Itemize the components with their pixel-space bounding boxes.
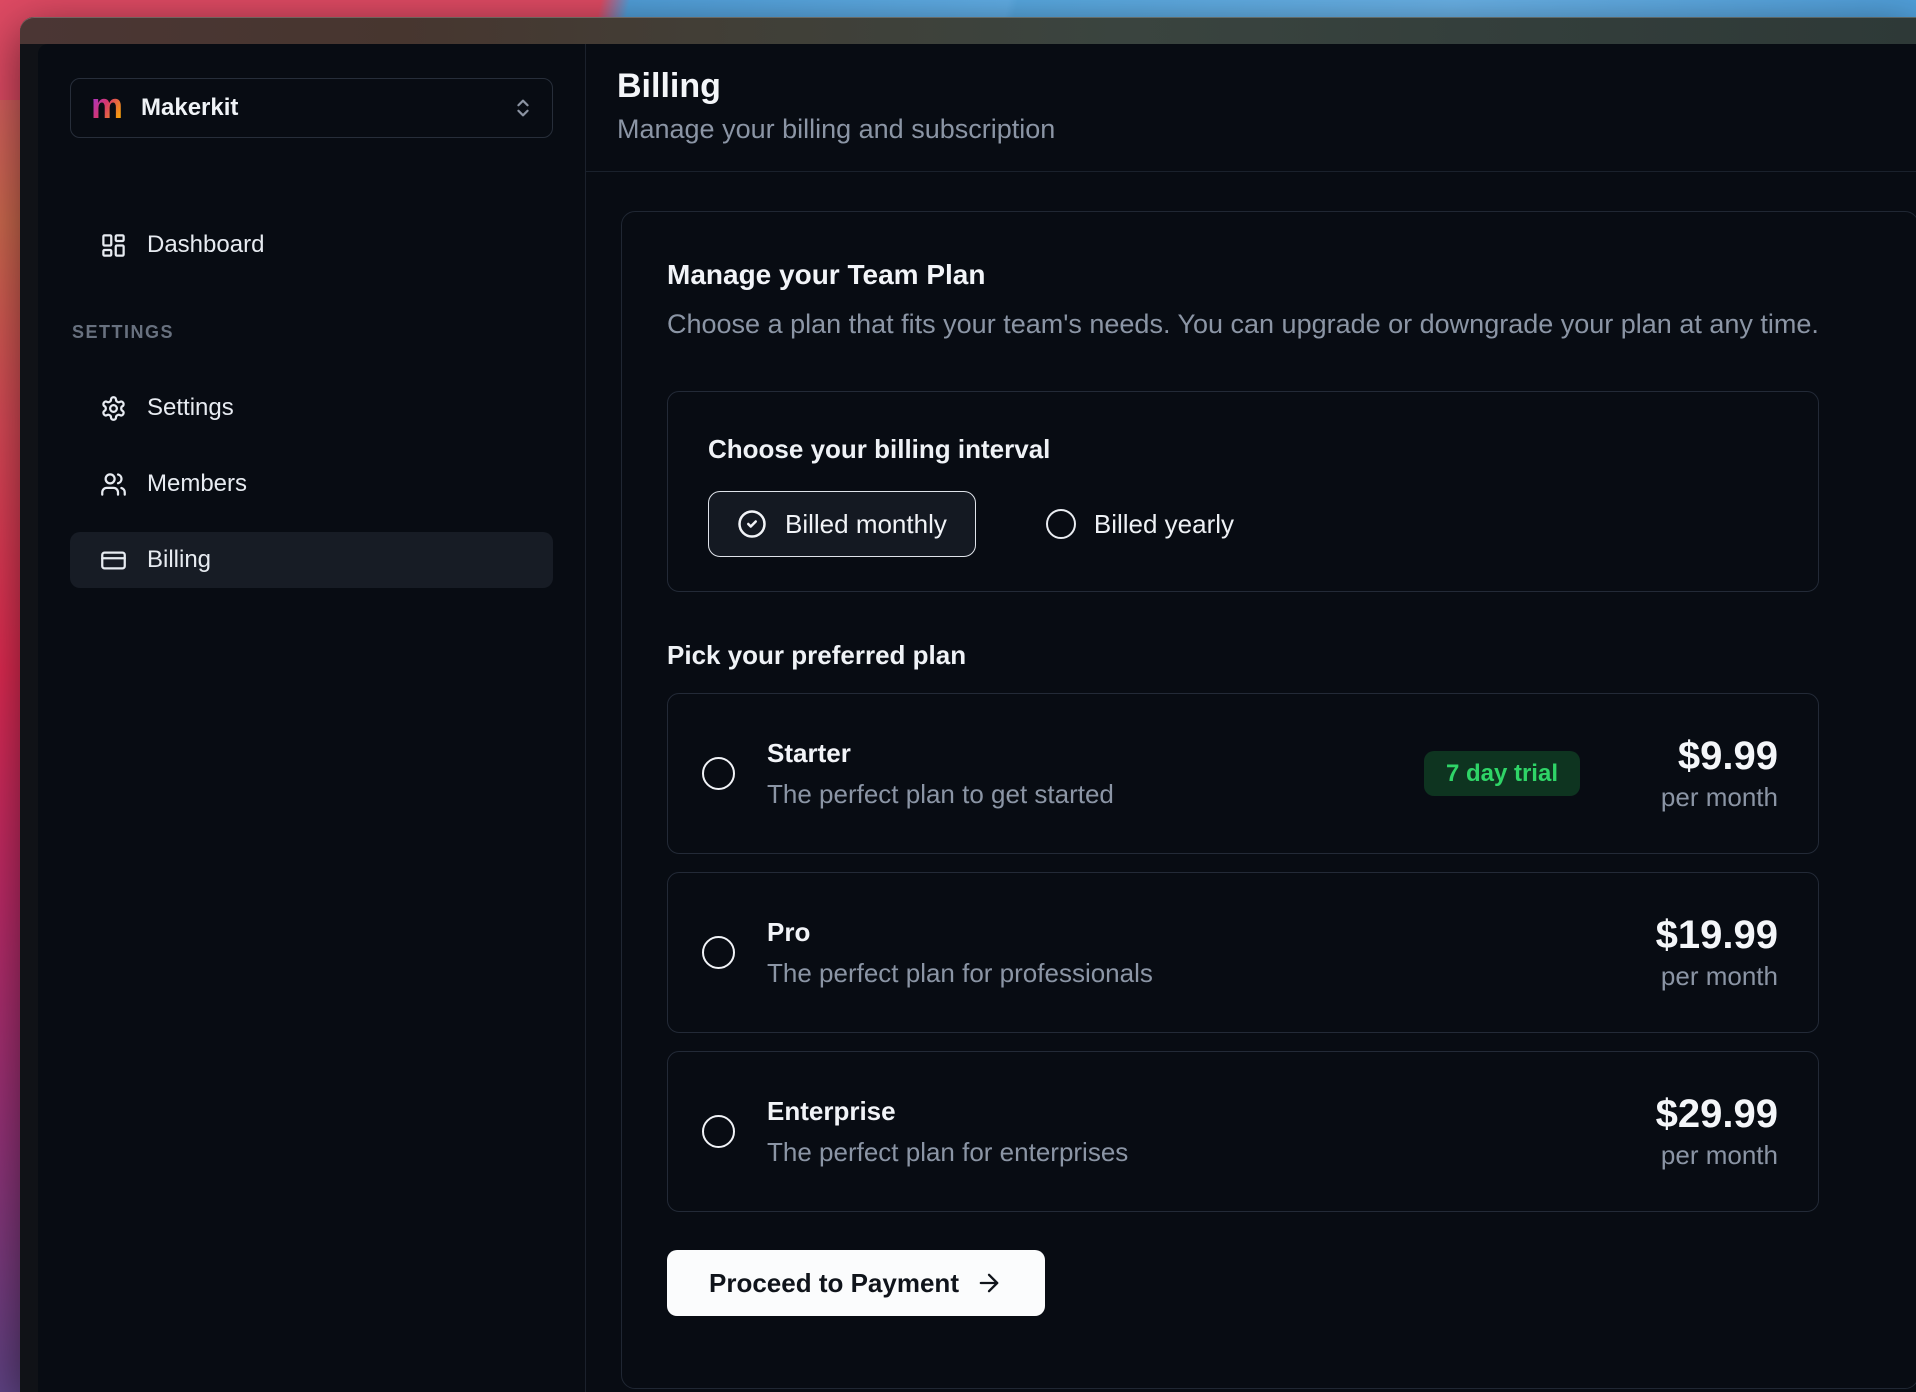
chevrons-up-down-icon	[512, 97, 534, 119]
sidebar-section-label: SETTINGS	[72, 322, 553, 343]
price-block: $19.99 per month	[1638, 912, 1778, 993]
window-titlebar[interactable]	[20, 17, 1916, 44]
billing-interval-group: Choose your billing interval Billed mont…	[667, 391, 1819, 592]
plan-name: Starter	[767, 738, 1114, 769]
team-name: Makerkit	[141, 94, 238, 122]
plan-pricing: $29.99 per month	[1638, 1091, 1778, 1172]
dashboard-icon	[100, 232, 127, 259]
sidebar-item-settings[interactable]: Settings	[70, 380, 553, 436]
arrow-right-icon	[975, 1269, 1003, 1297]
billed-monthly-label: Billed monthly	[785, 509, 947, 540]
plan-pricing: $19.99 per month	[1638, 912, 1778, 993]
billed-monthly-option[interactable]: Billed monthly	[708, 491, 976, 557]
plan-info: Pro The perfect plan for professionals	[767, 917, 1153, 989]
credit-card-icon	[100, 547, 127, 574]
plan-info: Enterprise The perfect plan for enterpri…	[767, 1096, 1128, 1168]
check-circle-icon	[737, 509, 767, 539]
main-content: Billing Manage your billing and subscrip…	[586, 44, 1916, 1392]
makerkit-logo-icon: m	[91, 88, 123, 124]
plan-info: Starter The perfect plan to get started	[767, 738, 1114, 810]
plan-pricing: 7 day trial $9.99 per month	[1424, 733, 1778, 814]
page-subtitle: Manage your billing and subscription	[617, 111, 1916, 147]
users-icon	[100, 471, 127, 498]
sidebar-item-label: Members	[147, 470, 247, 498]
plan-price: $9.99	[1638, 733, 1778, 779]
radio-circle-icon	[1046, 509, 1076, 539]
header-divider	[586, 171, 1916, 172]
plan-name: Pro	[767, 917, 1153, 948]
radio-circle-icon[interactable]	[702, 757, 735, 790]
card-title: Manage your Team Plan	[667, 257, 1858, 293]
page-title: Billing	[617, 65, 1916, 107]
plans-list: Starter The perfect plan to get started …	[667, 693, 1819, 1212]
app-window: m Makerkit Dashboard SETTINGS Settings M…	[20, 17, 1916, 1392]
sidebar-item-billing[interactable]: Billing	[70, 532, 553, 588]
billing-interval-label: Choose your billing interval	[708, 434, 1778, 465]
sidebar-nav: Dashboard SETTINGS Settings Members Bill…	[70, 217, 553, 588]
plan-description: The perfect plan for enterprises	[767, 1137, 1128, 1168]
sidebar: m Makerkit Dashboard SETTINGS Settings M…	[38, 44, 586, 1392]
sidebar-item-members[interactable]: Members	[70, 456, 553, 512]
sidebar-item-dashboard[interactable]: Dashboard	[70, 217, 553, 273]
app-content: m Makerkit Dashboard SETTINGS Settings M…	[38, 44, 1916, 1392]
plan-period: per month	[1638, 781, 1778, 814]
plan-name: Enterprise	[767, 1096, 1128, 1127]
proceed-button-label: Proceed to Payment	[709, 1268, 959, 1299]
plan-period: per month	[1638, 1139, 1778, 1172]
price-block: $9.99 per month	[1638, 733, 1778, 814]
gear-icon	[100, 395, 127, 422]
plans-label: Pick your preferred plan	[667, 640, 1858, 671]
radio-circle-icon[interactable]	[702, 936, 735, 969]
plan-card-pro[interactable]: Pro The perfect plan for professionals $…	[667, 872, 1819, 1033]
price-block: $29.99 per month	[1638, 1091, 1778, 1172]
sidebar-item-label: Billing	[147, 546, 211, 574]
sidebar-item-label: Settings	[147, 394, 234, 422]
plan-price: $19.99	[1638, 912, 1778, 958]
sidebar-item-label: Dashboard	[147, 231, 264, 259]
radio-circle-icon[interactable]	[702, 1115, 735, 1148]
plan-price: $29.99	[1638, 1091, 1778, 1137]
plan-description: The perfect plan to get started	[767, 779, 1114, 810]
plan-card-starter[interactable]: Starter The perfect plan to get started …	[667, 693, 1819, 854]
page-header: Billing Manage your billing and subscrip…	[586, 44, 1916, 147]
billing-interval-options: Billed monthly Billed yearly	[708, 491, 1778, 557]
billed-yearly-option[interactable]: Billed yearly	[1046, 509, 1234, 540]
team-selector[interactable]: m Makerkit	[70, 78, 553, 138]
trial-badge: 7 day trial	[1424, 751, 1580, 796]
card-description: Choose a plan that fits your team's need…	[667, 307, 1858, 341]
proceed-to-payment-button[interactable]: Proceed to Payment	[667, 1250, 1045, 1316]
plan-description: The perfect plan for professionals	[767, 958, 1153, 989]
billed-yearly-label: Billed yearly	[1094, 509, 1234, 540]
plan-period: per month	[1638, 960, 1778, 993]
plan-card-enterprise[interactable]: Enterprise The perfect plan for enterpri…	[667, 1051, 1819, 1212]
team-plan-card: Manage your Team Plan Choose a plan that…	[621, 211, 1916, 1389]
